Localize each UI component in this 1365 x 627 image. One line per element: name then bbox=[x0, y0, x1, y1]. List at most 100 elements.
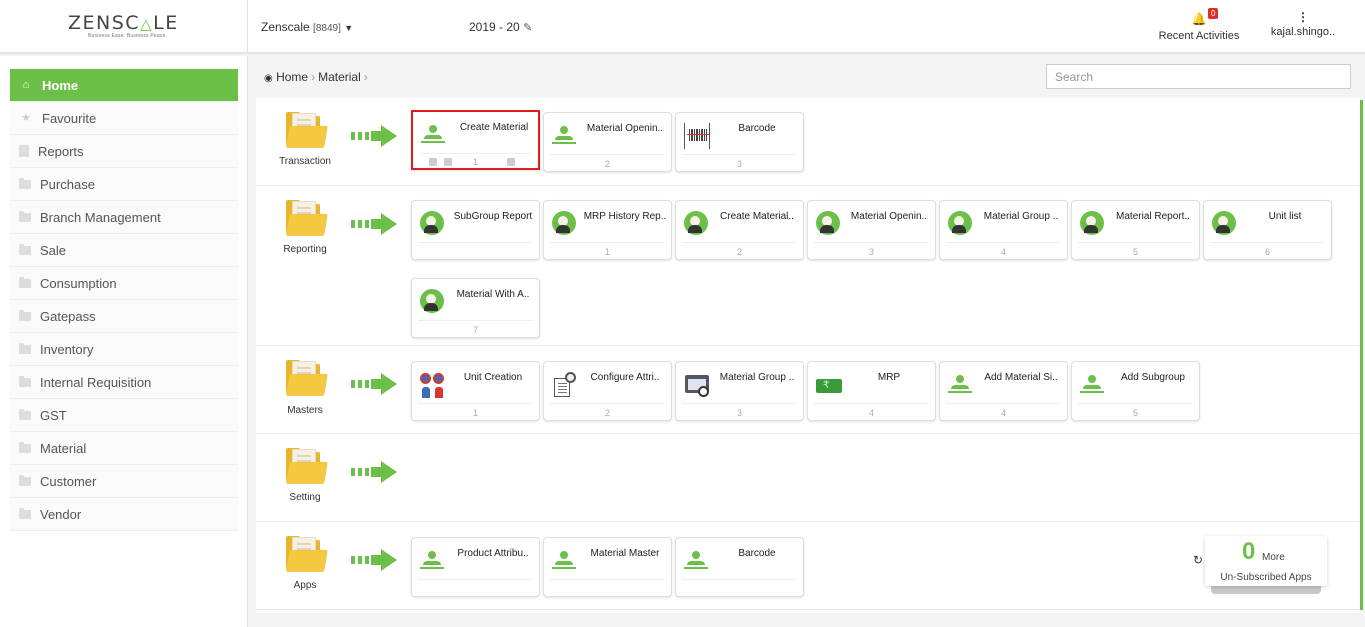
avatar-icon bbox=[420, 289, 444, 313]
sidebar-item-vendor[interactable]: Vendor bbox=[10, 498, 238, 531]
app-card-title: MRP History Rep.. bbox=[583, 211, 667, 222]
app-card-number: 2 bbox=[604, 408, 610, 418]
app-card-number: 2 bbox=[736, 247, 742, 257]
sidebar-item-internal-requisition[interactable]: Internal Requisition bbox=[10, 366, 238, 399]
sidebar-item-label: Vendor bbox=[40, 506, 82, 522]
sidebar: ⌂ Home ★ Favourite Reports Purchase Branch… bbox=[0, 56, 248, 627]
section-label: Apps bbox=[293, 580, 317, 591]
app-card-material-report[interactable]: Material Report.. 5 bbox=[1071, 200, 1200, 260]
app-card-material-group[interactable]: Material Group .. 3 bbox=[675, 361, 804, 421]
app-card-number: 1 bbox=[472, 157, 478, 167]
recent-activities-label: Recent Activities bbox=[1158, 30, 1240, 42]
breadcrumb-current[interactable]: Material bbox=[318, 70, 361, 84]
app-card-barcode-app[interactable]: Barcode bbox=[675, 537, 804, 597]
avatar-icon bbox=[948, 211, 972, 235]
app-card-add-material-size[interactable]: Add Material Si.. 4 bbox=[939, 361, 1068, 421]
app-card-number: 4 bbox=[1000, 247, 1006, 257]
app-card-mrp-history-report[interactable]: MRP History Rep.. 1 bbox=[543, 200, 672, 260]
app-card-number: 3 bbox=[736, 408, 742, 418]
avatar-icon bbox=[420, 211, 444, 235]
app-card-configure-attributes[interactable]: Configure Attri.. 2 bbox=[543, 361, 672, 421]
sidebar-item-branch-management[interactable]: Branch Management bbox=[10, 201, 238, 234]
app-card-title: SubGroup Report bbox=[453, 211, 533, 222]
folder-icon bbox=[286, 200, 328, 236]
sidebar-item-purchase[interactable]: Purchase bbox=[10, 168, 238, 201]
app-card-title: Barcode bbox=[738, 123, 776, 134]
sidebar-item-reports[interactable]: Reports bbox=[10, 135, 238, 168]
card-divider bbox=[550, 242, 665, 243]
unsubscribed-apps-card[interactable]: 0 More Un-Subscribed Apps bbox=[1205, 536, 1327, 586]
app-card-material-opening-report[interactable]: Material Openin.. 3 bbox=[807, 200, 936, 260]
breadcrumb-home[interactable]: Home bbox=[276, 70, 308, 84]
unsubscribed-label: Un-Subscribed Apps bbox=[1220, 572, 1312, 583]
app-card-mrp[interactable]: MRP 4 bbox=[807, 361, 936, 421]
user-menu[interactable]: ⋮ kajal.shingo.. bbox=[1263, 8, 1343, 38]
app-card-create-material-report[interactable]: Create Material.. 2 bbox=[675, 200, 804, 260]
app-card-title: Material Master bbox=[590, 548, 660, 559]
app-card-number: 1 bbox=[472, 408, 478, 418]
section-label: Reporting bbox=[283, 244, 327, 255]
financial-year[interactable]: 2019 - 20 ✎ bbox=[469, 20, 532, 34]
logo[interactable]: ZENSC△LE Business Ease. Business Peace. bbox=[0, 0, 248, 54]
breadcrumb: ◉ Home › Material › bbox=[264, 70, 371, 84]
sidebar-item-gst[interactable]: GST bbox=[10, 399, 238, 432]
card-divider bbox=[418, 403, 533, 404]
sidebar-item-customer[interactable]: Customer bbox=[10, 465, 238, 498]
app-card-number: 1 bbox=[604, 247, 610, 257]
recent-activities-button[interactable]: 🔔 0 Recent Activities bbox=[1150, 8, 1248, 42]
sidebar-item-label: Gatepass bbox=[40, 308, 96, 324]
folder-icon bbox=[19, 441, 31, 453]
app-card-subgroup-report[interactable]: SubGroup Report bbox=[411, 200, 540, 260]
avatar-icon bbox=[816, 211, 840, 235]
sidebar-item-home[interactable]: ⌂ Home bbox=[10, 69, 238, 102]
scroll-indicator bbox=[1360, 100, 1363, 610]
app-card-material-opening[interactable]: Material Openin.. 2 bbox=[543, 112, 672, 172]
sidebar-item-sale[interactable]: Sale bbox=[10, 234, 238, 267]
app-card-unit-list[interactable]: Unit list 6 bbox=[1203, 200, 1332, 260]
logo-mark: △ bbox=[140, 15, 154, 33]
app-card-material-master[interactable]: Material Master bbox=[543, 537, 672, 597]
arrow-right-icon bbox=[351, 461, 399, 483]
sidebar-item-material[interactable]: Material bbox=[10, 432, 238, 465]
company-selector[interactable]: Zenscale [8849] ▼ bbox=[261, 20, 353, 34]
section-label: Transaction bbox=[279, 156, 331, 167]
sidebar-item-favourite[interactable]: ★ Favourite bbox=[10, 102, 238, 135]
app-card-title: Create Material bbox=[459, 122, 529, 133]
breadcrumb-separator: › bbox=[363, 70, 368, 84]
card-divider bbox=[946, 242, 1061, 243]
app-card-add-subgroup[interactable]: Add Subgroup 5 bbox=[1071, 361, 1200, 421]
logo-text: ZENSC△LE bbox=[68, 12, 179, 34]
company-code: [8849] bbox=[313, 23, 341, 34]
edit-icon[interactable]: ✎ bbox=[523, 22, 532, 34]
card-divider bbox=[682, 579, 797, 580]
kebab-menu-icon: ⋮ bbox=[1297, 10, 1309, 24]
app-card-title: Add Subgroup bbox=[1121, 372, 1185, 383]
app-card-material-with-attributes[interactable]: Material With A.. 7 bbox=[411, 278, 540, 338]
chevron-down-icon: ▼ bbox=[344, 23, 354, 33]
card-divider bbox=[550, 403, 665, 404]
search-input[interactable] bbox=[1046, 64, 1351, 89]
section-transaction: Transaction Create Material 1 Material O… bbox=[256, 98, 1360, 186]
window-refresh-icon bbox=[684, 372, 710, 398]
document-settings-icon bbox=[552, 372, 578, 398]
refresh-icon[interactable]: ↻ bbox=[1193, 553, 1203, 567]
app-card-title: Product Attribu.. bbox=[457, 548, 529, 559]
card-divider bbox=[550, 154, 665, 155]
sidebar-item-label: Sale bbox=[40, 242, 67, 258]
app-card-create-material[interactable]: Create Material 1 bbox=[411, 110, 540, 170]
app-card-material-group-report[interactable]: Material Group .. 4 bbox=[939, 200, 1068, 260]
app-card-title: Unit Creation bbox=[463, 372, 523, 383]
app-card-unit-creation[interactable]: Unit Creation 1 bbox=[411, 361, 540, 421]
app-card-product-attributes[interactable]: Product Attribu.. bbox=[411, 537, 540, 597]
folder-icon bbox=[19, 474, 31, 486]
section-reporting: Reporting SubGroup Report MRP History Re… bbox=[256, 186, 1360, 346]
user-icon bbox=[421, 122, 447, 148]
sidebar-item-inventory[interactable]: Inventory bbox=[10, 333, 238, 366]
sidebar-item-consumption[interactable]: Consumption bbox=[10, 267, 238, 300]
app-card-barcode[interactable]: Barcode 3 bbox=[675, 112, 804, 172]
app-card-number: 2 bbox=[604, 159, 610, 169]
card-divider bbox=[814, 242, 929, 243]
sidebar-item-label: Internal Requisition bbox=[40, 374, 152, 390]
avatar-icon bbox=[684, 211, 708, 235]
sidebar-item-gatepass[interactable]: Gatepass bbox=[10, 300, 238, 333]
